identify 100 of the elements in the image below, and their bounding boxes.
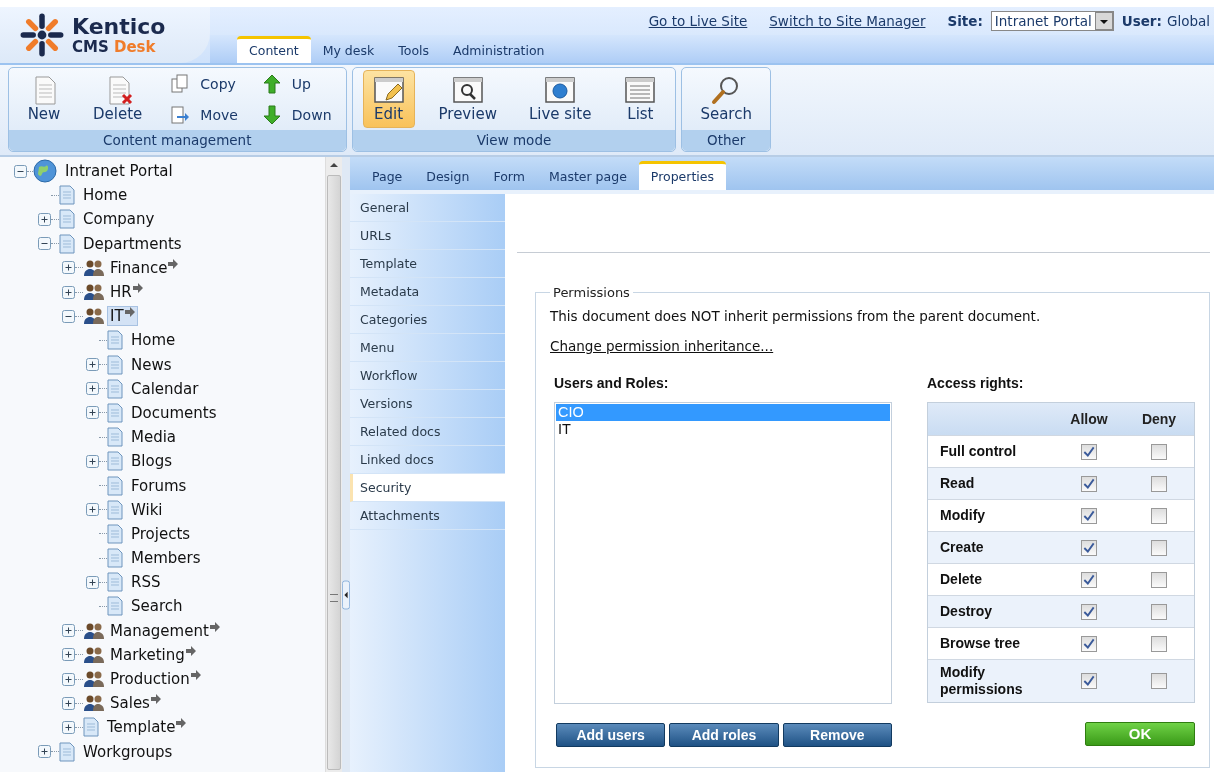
checkbox[interactable] xyxy=(1151,507,1167,524)
header-link[interactable]: Switch to Site Manager xyxy=(769,13,926,29)
properties-menu-item[interactable]: Template xyxy=(350,250,505,278)
toolbar-button[interactable]: Down xyxy=(253,104,340,125)
scroll-up-icon[interactable] xyxy=(329,161,339,169)
expander-icon[interactable] xyxy=(62,261,75,275)
checkbox[interactable] xyxy=(1081,539,1097,556)
view-tab[interactable]: Form xyxy=(481,164,537,190)
tree-node[interactable]: Marketing xyxy=(107,644,199,665)
tree-node[interactable]: Projects xyxy=(128,523,194,544)
expander-icon[interactable] xyxy=(62,624,75,638)
tree-node[interactable]: Members xyxy=(128,548,204,569)
tree-node[interactable]: RSS xyxy=(128,572,164,593)
site-dropdown[interactable]: Intranet Portal xyxy=(990,11,1114,31)
tree-node[interactable]: Template xyxy=(104,717,190,738)
properties-menu-item[interactable]: Security xyxy=(350,474,505,502)
properties-menu-item[interactable]: Versions xyxy=(350,390,505,418)
checkbox[interactable] xyxy=(1081,571,1097,588)
toolbar-button[interactable]: List xyxy=(615,71,666,127)
expander-icon[interactable] xyxy=(86,358,99,372)
header-link[interactable]: Go to Live Site xyxy=(648,13,748,29)
tree-node[interactable]: Calendar xyxy=(128,378,202,399)
view-tab[interactable]: Page xyxy=(360,164,415,190)
expander-icon[interactable] xyxy=(62,285,75,299)
toolbar-button[interactable]: Live site xyxy=(520,71,600,127)
expander-icon[interactable] xyxy=(86,575,99,589)
expander-icon[interactable] xyxy=(62,696,75,710)
view-tab[interactable]: Design xyxy=(414,164,482,190)
tree-node[interactable]: Media xyxy=(128,427,180,448)
toolbar-button[interactable]: Preview xyxy=(430,71,505,127)
tree-node[interactable]: IT xyxy=(107,306,138,327)
checkbox[interactable] xyxy=(1151,571,1167,588)
properties-menu-item[interactable]: Categories xyxy=(350,306,505,334)
module-tab[interactable]: My desk xyxy=(310,39,387,63)
tree-node[interactable]: Blogs xyxy=(128,451,175,472)
view-tab[interactable]: Master page xyxy=(536,164,639,190)
checkbox[interactable] xyxy=(1151,635,1167,652)
tree-node[interactable]: Management xyxy=(107,620,223,641)
toolbar-button[interactable]: Up xyxy=(253,73,340,94)
properties-menu-item[interactable]: General xyxy=(350,194,505,222)
expander-icon[interactable] xyxy=(62,720,75,734)
tree-node[interactable]: Finance xyxy=(107,257,182,278)
tree-node[interactable]: Intranet Portal xyxy=(62,161,176,182)
module-tab[interactable]: Content xyxy=(237,36,311,63)
scrollbar[interactable] xyxy=(325,157,342,772)
properties-menu-item[interactable]: Menu xyxy=(350,334,505,362)
checkbox[interactable] xyxy=(1151,539,1167,556)
tree-node[interactable]: Wiki xyxy=(128,499,166,520)
checkbox[interactable] xyxy=(1081,443,1097,460)
tree-node[interactable]: Company xyxy=(80,209,158,230)
tree-node[interactable]: Documents xyxy=(128,402,220,423)
module-tab[interactable]: Administration xyxy=(441,39,557,63)
toolbar-button[interactable]: Move xyxy=(162,104,246,125)
checkbox[interactable] xyxy=(1081,475,1097,492)
properties-menu-item[interactable]: Metadata xyxy=(350,278,505,306)
checkbox[interactable] xyxy=(1151,475,1167,492)
action-button[interactable]: Add users xyxy=(556,723,666,747)
tree-node[interactable]: Sales xyxy=(107,693,164,714)
tree-node[interactable]: Home xyxy=(80,185,131,206)
expander-icon[interactable] xyxy=(86,454,99,468)
checkbox[interactable] xyxy=(1151,672,1167,689)
checkbox[interactable] xyxy=(1081,635,1097,652)
expander-icon[interactable] xyxy=(38,237,51,251)
action-button[interactable]: Add roles xyxy=(669,723,779,747)
properties-menu-item[interactable]: URLs xyxy=(350,222,505,250)
tree-node[interactable]: Workgroups xyxy=(80,741,176,762)
properties-menu-item[interactable]: Workflow xyxy=(350,362,505,390)
tree-node[interactable]: Production xyxy=(107,669,204,690)
change-inheritance-link[interactable]: Change permission inheritance... xyxy=(550,338,774,354)
properties-menu-item[interactable]: Attachments xyxy=(350,502,505,530)
checkbox[interactable] xyxy=(1081,603,1097,620)
checkbox[interactable] xyxy=(1151,603,1167,620)
toolbar-button[interactable]: Search xyxy=(692,71,760,127)
expander-icon[interactable] xyxy=(62,309,75,323)
expander-icon[interactable] xyxy=(62,672,75,686)
tree-node[interactable]: Home xyxy=(128,330,179,351)
tree-node[interactable]: Departments xyxy=(80,233,185,254)
checkbox[interactable] xyxy=(1081,672,1097,689)
expander-icon[interactable] xyxy=(62,648,75,662)
action-button[interactable]: Remove xyxy=(782,723,892,747)
toolbar-button[interactable]: New xyxy=(19,71,69,127)
checkbox[interactable] xyxy=(1081,507,1097,524)
expander-icon[interactable] xyxy=(86,382,99,396)
toolbar-button[interactable]: Delete xyxy=(85,71,151,127)
tree-node[interactable]: News xyxy=(128,354,175,375)
expander-icon[interactable] xyxy=(86,406,99,420)
scroll-thumb[interactable] xyxy=(327,175,341,770)
expander-icon[interactable] xyxy=(38,212,51,226)
list-item[interactable]: IT xyxy=(556,421,890,438)
toolbar-button[interactable]: Copy xyxy=(162,73,246,94)
expander-icon[interactable] xyxy=(38,745,51,759)
properties-menu-item[interactable]: Related docs xyxy=(350,418,505,446)
checkbox[interactable] xyxy=(1151,443,1167,460)
view-tab[interactable]: Properties xyxy=(638,161,726,190)
users-roles-list[interactable]: CIO IT xyxy=(554,402,892,704)
tree-node[interactable]: Forums xyxy=(128,475,190,496)
expander-icon[interactable] xyxy=(86,503,99,517)
module-tab[interactable]: Tools xyxy=(386,39,442,63)
toolbar-button[interactable]: Edit xyxy=(362,70,415,128)
tree-node[interactable]: Search xyxy=(128,596,186,617)
